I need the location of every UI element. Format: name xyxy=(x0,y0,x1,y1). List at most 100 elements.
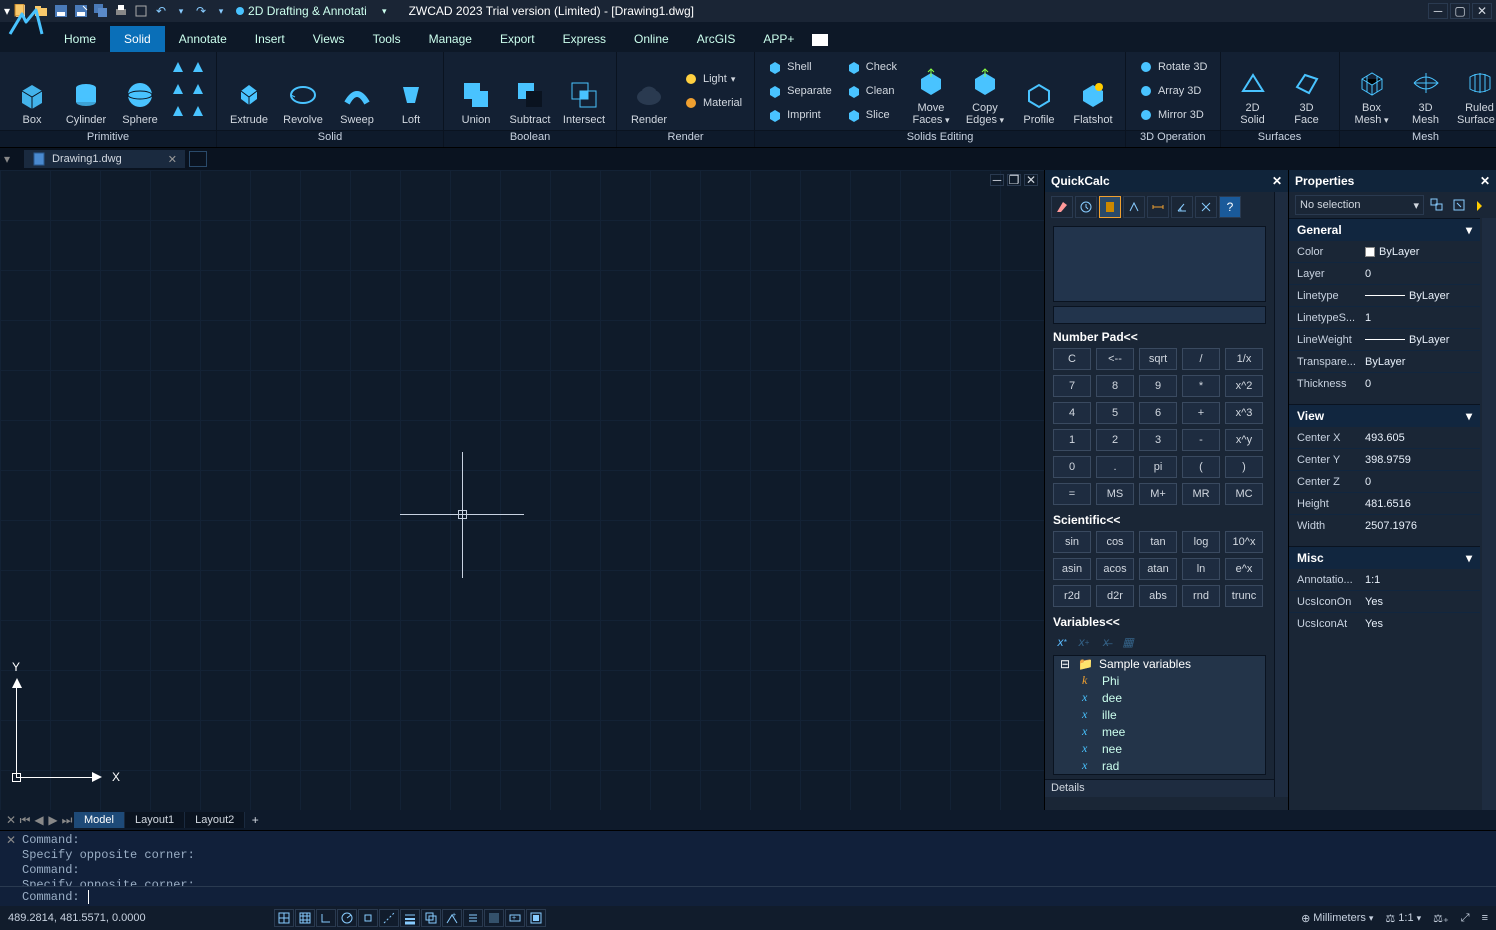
var-dee[interactable]: xdee xyxy=(1054,689,1265,706)
calc-6-button[interactable]: 6 xyxy=(1139,402,1177,424)
quickcalc-header[interactable]: QuickCalc ✕ xyxy=(1045,170,1288,192)
prop-lineweight[interactable]: LineWeightByLayer xyxy=(1289,328,1480,350)
cycle-toggle[interactable] xyxy=(421,909,441,927)
ribbon-tab-app+[interactable]: APP+ xyxy=(749,26,808,52)
3d-face-button[interactable]: 3DFace xyxy=(1283,56,1331,126)
quickcalc-input[interactable] xyxy=(1053,306,1266,324)
prop-group-misc[interactable]: Misc▾ xyxy=(1289,546,1480,568)
calc-9-button[interactable]: 9 xyxy=(1139,375,1177,397)
sphere-button[interactable]: Sphere xyxy=(116,56,164,126)
calc-10x-button[interactable]: 10^x xyxy=(1225,531,1263,553)
calc-5-button[interactable]: 5 xyxy=(1096,402,1134,424)
var-vee[interactable]: xvee xyxy=(1054,774,1265,775)
command-close-icon[interactable]: ✕ xyxy=(6,833,16,847)
tabs-prev-button[interactable]: ◀ xyxy=(32,813,46,827)
calc--button[interactable]: / xyxy=(1182,348,1220,370)
qc-intersect-button[interactable] xyxy=(1195,196,1217,218)
prop-thickness[interactable]: Thickness0 xyxy=(1289,372,1480,394)
calc-acos-button[interactable]: acos xyxy=(1096,558,1134,580)
selection-dropdown[interactable]: No selection▾ xyxy=(1295,195,1424,215)
calc-0-button[interactable]: 0 xyxy=(1053,456,1091,478)
properties-header[interactable]: Properties ✕ xyxy=(1289,170,1496,192)
preview-icon[interactable] xyxy=(134,4,148,18)
tabs-last-button[interactable]: ⏭ xyxy=(60,813,74,827)
3d-mesh-button[interactable]: 3DMesh xyxy=(1402,56,1450,126)
calc-trunc-button[interactable]: trunc xyxy=(1225,585,1263,607)
intersect-button[interactable]: Intersect xyxy=(560,56,608,126)
prop-group-view[interactable]: View▾ xyxy=(1289,404,1480,426)
2d-solid-button[interactable]: 2DSolid xyxy=(1229,56,1277,126)
array-3d-button[interactable]: Array 3D xyxy=(1134,80,1212,102)
calc--button[interactable]: <-- xyxy=(1096,348,1134,370)
ribbon-tab-insert[interactable]: Insert xyxy=(241,26,299,52)
material-button[interactable]: Material xyxy=(679,92,746,114)
undo-icon[interactable]: ↶ xyxy=(154,4,168,18)
box-mesh-button[interactable]: BoxMesh xyxy=(1348,56,1396,126)
prop-layer[interactable]: Layer0 xyxy=(1289,262,1480,284)
calc-1-button[interactable]: 1 xyxy=(1053,429,1091,451)
profile-button[interactable]: Profile xyxy=(1015,56,1063,126)
ribbon-tab-home[interactable]: Home xyxy=(50,26,110,52)
canvas-close-button[interactable]: ✕ xyxy=(1024,174,1038,186)
ribbon-tab-annotate[interactable]: Annotate xyxy=(165,26,241,52)
qc-angle-button[interactable] xyxy=(1171,196,1193,218)
var-ille[interactable]: xille xyxy=(1054,706,1265,723)
prop-height[interactable]: Height481.6516 xyxy=(1289,492,1480,514)
separate-button[interactable]: Separate xyxy=(763,80,836,102)
menu-toggle[interactable] xyxy=(463,909,483,927)
qc-clear-button[interactable] xyxy=(1051,196,1073,218)
doc-tabs-close-icon[interactable]: ▾ xyxy=(4,152,18,166)
prop-group-general[interactable]: General▾ xyxy=(1289,218,1480,240)
prop-centery[interactable]: Center Y398.9759 xyxy=(1289,448,1480,470)
calc-C-button[interactable]: C xyxy=(1053,348,1091,370)
document-tab-close-icon[interactable]: ✕ xyxy=(168,153,177,166)
snap-toggle[interactable] xyxy=(274,909,294,927)
render-button[interactable]: Render xyxy=(625,56,673,126)
calc-M-button[interactable]: M+ xyxy=(1139,483,1177,505)
app-logo[interactable] xyxy=(6,4,46,44)
box-button[interactable]: Box xyxy=(8,56,56,126)
ribbon-tab-manage[interactable]: Manage xyxy=(415,26,486,52)
polar-toggle[interactable] xyxy=(337,909,357,927)
qc-paste-button[interactable] xyxy=(1099,196,1121,218)
calc-x2-button[interactable]: x^2 xyxy=(1225,375,1263,397)
loft-button[interactable]: Loft xyxy=(387,56,435,126)
sweep-button[interactable]: Sweep xyxy=(333,56,381,126)
prop-centerz[interactable]: Center Z0 xyxy=(1289,470,1480,492)
ribbon-tab-views[interactable]: Views xyxy=(299,26,359,52)
status-[interactable]: ⤢ xyxy=(1461,912,1470,925)
calc-log-button[interactable]: log xyxy=(1182,531,1220,553)
qc-getcoord-button[interactable] xyxy=(1123,196,1145,218)
ribbon-tab-online[interactable]: Online xyxy=(620,26,683,52)
calc--button[interactable]: = xyxy=(1053,483,1091,505)
tabs-close-icon[interactable]: ✕ xyxy=(4,813,18,827)
calc--button[interactable]: - xyxy=(1182,429,1220,451)
calc-d2r-button[interactable]: d2r xyxy=(1096,585,1134,607)
check-button[interactable]: Check xyxy=(842,56,901,78)
add-layout-button[interactable]: + xyxy=(245,813,265,827)
prop-centerx[interactable]: Center X493.605 xyxy=(1289,426,1480,448)
clean-button[interactable]: Clean xyxy=(842,80,901,102)
helix-icon[interactable] xyxy=(190,103,208,123)
rotate-3d-button[interactable]: Rotate 3D xyxy=(1134,56,1212,78)
var-edit-button[interactable]: x+ xyxy=(1075,633,1093,651)
prop-linetypes[interactable]: LinetypeS...1 xyxy=(1289,306,1480,328)
calc-MS-button[interactable]: MS xyxy=(1096,483,1134,505)
redo-dd-icon[interactable]: ▾ xyxy=(214,4,228,18)
shell-button[interactable]: Shell xyxy=(763,56,836,78)
copy-edges-button[interactable]: CopyEdges xyxy=(961,56,1009,126)
vars-folder[interactable]: ⊟📁Sample variables xyxy=(1054,656,1265,672)
dyn-toggle[interactable]: + xyxy=(442,909,462,927)
quickcalc-details[interactable]: Details xyxy=(1045,779,1274,797)
grid-toggle[interactable] xyxy=(295,909,315,927)
calc-1x-button[interactable]: 1/x xyxy=(1225,348,1263,370)
status-11[interactable]: ⚖1:1 ▾ xyxy=(1385,912,1421,925)
saveas-icon[interactable] xyxy=(74,4,88,18)
osnap-toggle[interactable] xyxy=(358,909,378,927)
calc--button[interactable]: + xyxy=(1182,402,1220,424)
calc-ln-button[interactable]: ln xyxy=(1182,558,1220,580)
var-Phi[interactable]: kPhi xyxy=(1054,672,1265,689)
layout-tab-model[interactable]: Model xyxy=(74,812,125,828)
model-toggle[interactable] xyxy=(526,909,546,927)
calc-cos-button[interactable]: cos xyxy=(1096,531,1134,553)
